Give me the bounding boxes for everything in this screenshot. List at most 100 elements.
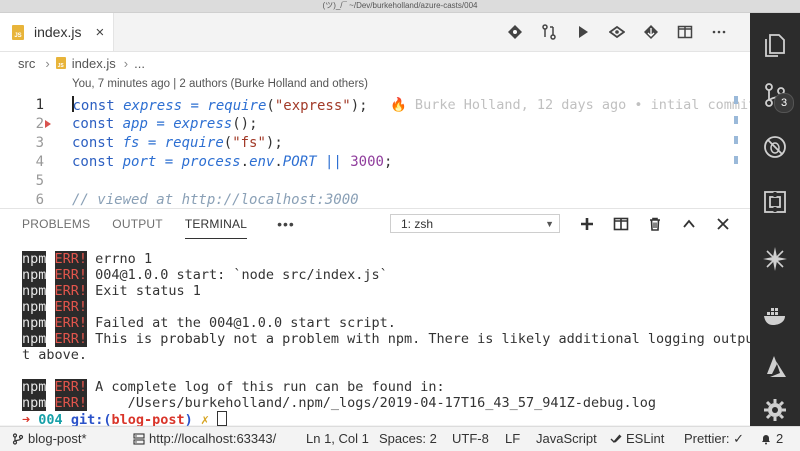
code-line: 4 const port = process.env.PORT || 3000; (0, 153, 740, 172)
code-text: const app = express(); (72, 116, 258, 132)
breadcrumb-separator: › (45, 55, 50, 71)
status-notifications-count: 2 (776, 431, 784, 446)
tab-output[interactable]: OUTPUT (112, 209, 163, 239)
server-icon (133, 433, 145, 445)
check-all-icon (610, 434, 622, 444)
code-line: 1 const express = require("express"); 🔥 … (0, 96, 750, 115)
deleted-lines-marker-icon[interactable] (45, 120, 51, 128)
run-button[interactable] (566, 21, 600, 43)
status-eslint-label: ESLint (626, 431, 665, 446)
status-live-server[interactable]: http://localhost:63343/ (133, 427, 276, 451)
line-number: 2 (35, 116, 44, 132)
tab-problems[interactable]: PROBLEMS (22, 209, 90, 239)
azure-button[interactable] (750, 343, 800, 391)
more-actions-button[interactable] (702, 21, 736, 43)
kill-terminal-button[interactable] (638, 213, 672, 235)
status-notifications[interactable]: 2 (760, 427, 783, 451)
status-cursor-position[interactable]: Ln 1, Col 1 (306, 427, 369, 451)
terminal-line: npm ERR! Exit status 1 (22, 283, 201, 299)
settings-button[interactable] (750, 395, 800, 425)
git-compare-icon (644, 25, 658, 39)
editor-overview-ruler[interactable] (734, 74, 740, 208)
new-terminal-button[interactable] (570, 213, 604, 235)
overview-mark (734, 96, 738, 104)
git-branch-icon (12, 433, 24, 445)
tab-terminal[interactable]: TERMINAL (184, 209, 248, 239)
debug-button[interactable] (750, 123, 800, 171)
code-editor[interactable]: You, 7 minutes ago | 2 authors (Burke Ho… (0, 74, 750, 208)
status-eslint[interactable]: ESLint (610, 427, 664, 451)
overview-mark (734, 156, 738, 164)
trash-icon (650, 217, 660, 231)
breadcrumb-separator: › (123, 55, 129, 71)
status-eol[interactable]: LF (505, 427, 520, 451)
git-previous-change-button[interactable] (498, 21, 532, 43)
terminal-line: t above. (22, 347, 88, 363)
tab-index-js[interactable]: JS index.js × (0, 13, 114, 51)
line-number: 4 (35, 154, 44, 170)
docker-button[interactable] (750, 291, 800, 339)
status-language[interactable]: JavaScript (536, 427, 597, 451)
split-editor-icon (677, 25, 693, 39)
open-changes-button[interactable] (532, 21, 566, 43)
terminal-line: npm ERR! This is probably not a problem … (22, 331, 754, 347)
live-share-button[interactable] (750, 235, 800, 283)
status-encoding[interactable]: UTF-8 (452, 427, 489, 451)
status-prettier[interactable]: Prettier: ✓ (684, 427, 744, 451)
ellipsis-icon (712, 30, 726, 34)
breadcrumb-file[interactable]: index.js (72, 56, 116, 71)
breadcrumb-symbols[interactable]: ... (134, 56, 145, 71)
terminal-select[interactable]: 1: zsh ▼ (390, 214, 560, 233)
status-indentation[interactable]: Spaces: 2 (379, 427, 437, 451)
code-line: 2 const app = express(); (0, 115, 740, 134)
split-terminal-button[interactable] (604, 213, 638, 235)
azure-icon (767, 356, 786, 377)
line-number: 3 (35, 135, 44, 151)
extensions-button[interactable] (750, 178, 800, 226)
overview-mark (734, 116, 738, 124)
code-comment: // viewed at http://localhost:3000 (72, 192, 359, 208)
line-number: 1 (35, 97, 44, 113)
terminal-select-value: 1: zsh (401, 217, 434, 231)
status-bar: blog-post* http://localhost:63343/ Ln 1,… (0, 426, 800, 451)
terminal-output[interactable]: npm ERR! errno 1 npm ERR! 004@1.0.0 start… (22, 251, 754, 428)
editor-tab-bar: JS index.js × (0, 13, 750, 52)
editor-actions (498, 21, 736, 43)
close-icon[interactable]: × (95, 24, 104, 41)
gear-icon (764, 399, 786, 421)
status-branch[interactable]: blog-post* (12, 427, 87, 451)
chevron-down-icon: ▼ (545, 219, 554, 229)
terminal-line: npm ERR! Failed at the 004@1.0.0 start s… (22, 315, 396, 331)
docker-whale-icon (764, 308, 785, 325)
star-burst-icon (763, 247, 787, 271)
files-icon (765, 34, 785, 57)
terminal-line: npm ERR! errno 1 (22, 251, 153, 267)
toggle-blame-button[interactable] (600, 21, 634, 43)
line-number: 5 (35, 173, 44, 189)
status-branch-label: blog-post* (28, 431, 87, 446)
terminal-line: npm ERR! A complete log of this run can … (22, 379, 445, 395)
tab-label: index.js (34, 24, 82, 40)
js-file-icon: JS (55, 57, 66, 69)
source-control-button[interactable] (750, 71, 800, 119)
panel-actions (570, 213, 740, 235)
split-editor-button[interactable] (668, 21, 702, 43)
line-number: 6 (35, 192, 44, 208)
maximize-panel-button[interactable] (672, 213, 706, 235)
play-icon (579, 26, 588, 38)
activity-bar (750, 13, 800, 426)
js-file-icon: JS (12, 24, 24, 40)
git-commit-icon (508, 25, 522, 39)
git-next-change-button[interactable] (634, 21, 668, 43)
breadcrumb-folder[interactable]: src (18, 56, 35, 71)
explorer-button[interactable] (750, 21, 800, 69)
close-panel-button[interactable] (706, 213, 740, 235)
status-live-server-label: http://localhost:63343/ (149, 431, 277, 446)
bottom-panel: PROBLEMS OUTPUT TERMINAL ••• 1: zsh ▼ np… (0, 208, 754, 428)
panel-more-tabs[interactable]: ••• (277, 216, 295, 232)
inline-blame-annotation: 🔥 Burke Holland, 12 days ago • intial co… (390, 97, 750, 113)
codelens-blame[interactable]: You, 7 minutes ago | 2 authors (Burke Ho… (72, 78, 368, 90)
code-line: 3 const fs = require("fs"); (0, 134, 740, 153)
code-line: 5 (0, 172, 740, 191)
